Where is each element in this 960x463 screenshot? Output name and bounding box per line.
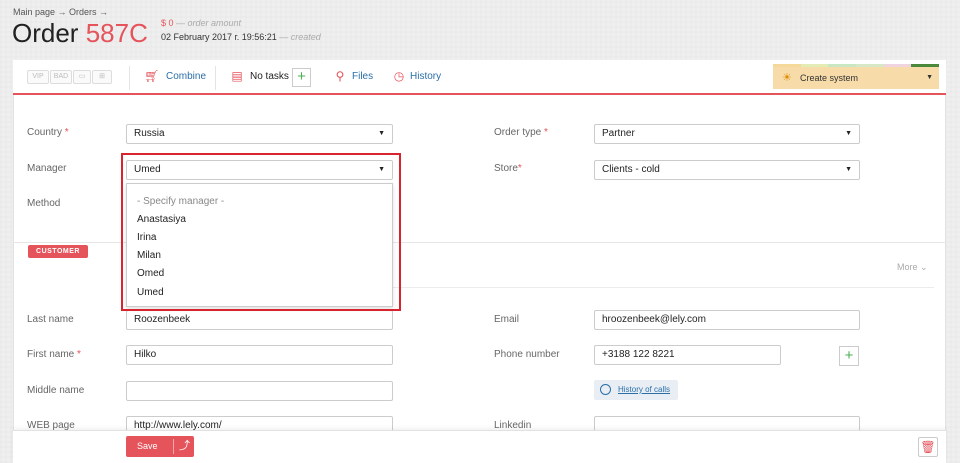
cart-icon: 🛒︎ [144,69,160,83]
email-label: Email [494,314,520,325]
created-date: 02 February 2017 г. 19:56:21 [161,32,277,42]
toolbar-divider [215,66,216,90]
toolbar-divider [129,66,130,90]
save-exit-icon[interactable]: ⤴ [179,436,190,457]
method-label: Method [27,198,61,209]
order-number: 587C [85,18,148,48]
more-toggle[interactable]: More ⌄ [897,262,928,273]
order-type-label: Order type * [494,127,548,138]
phone-label: Phone number [494,349,560,360]
files-button[interactable]: Files [352,71,373,83]
highlight-frame [121,153,401,311]
save-label: Save [137,441,158,451]
amount-value: $ 0 [161,18,174,28]
created-label: — created [279,32,321,42]
chevron-down-icon: ▼ [845,166,852,173]
create-system-label: Create system [800,73,859,83]
create-system-dropdown[interactable]: ☀ Create system ▼ [773,67,939,89]
manager-label: Manager [27,163,67,174]
phone-input[interactable]: +3188 122 8221 [594,345,781,365]
clock-icon [600,384,611,395]
store-value: Clients - cold [602,164,660,175]
tag-calendar-icon[interactable]: ▭ [73,70,91,84]
order-created: 02 February 2017 г. 19:56:21 — created [161,32,321,42]
task-icon: ▤ [231,69,243,83]
order-amount: $ 0 — order amount [161,18,241,28]
email-input[interactable]: hroozenbeek@lely.com [594,310,860,330]
clock-icon: ◷ [393,69,405,83]
order-type-select[interactable]: Partner ▼ [594,124,860,144]
tag-bad[interactable]: BAD [50,70,72,84]
trash-icon: 🗑︎ [920,440,936,454]
save-button[interactable]: Save ⤴ [126,436,194,457]
chevron-down-icon: ▼ [378,130,385,137]
lightbulb-icon: ☀ [782,72,792,84]
country-label: Country * [27,127,69,138]
store-label: Store* [494,163,522,174]
history-of-calls-button[interactable]: History of calls [594,380,678,400]
combine-button[interactable]: Combine [166,71,206,83]
last-name-input[interactable]: Roozenbeek [126,310,393,330]
chevron-down-icon: ▼ [926,74,933,81]
order-type-value: Partner [602,128,635,139]
last-name-label: Last name [27,314,74,325]
delete-button[interactable]: 🗑︎ [918,437,938,457]
page-title: Order 587C [12,17,148,49]
tag-vip[interactable]: VIP [27,70,49,84]
breadcrumb[interactable]: Main page → Orders → [13,7,108,17]
chevron-down-icon: ⌄ [920,262,928,272]
country-value: Russia [134,128,165,139]
amount-label: — order amount [176,18,242,28]
store-select[interactable]: Clients - cold ▼ [594,160,860,180]
first-name-label: First name * [27,349,81,360]
tag-gift-icon[interactable]: ⊞ [92,70,112,84]
middle-name-input[interactable] [126,381,393,401]
first-name-input[interactable]: Hilko [126,345,393,365]
history-button[interactable]: History [410,71,441,83]
add-phone-button[interactable]: + [839,346,859,366]
order-prefix: Order [12,18,79,48]
tasks-label[interactable]: No tasks [250,71,289,83]
middle-name-label: Middle name [27,385,85,396]
customer-badge: CUSTOMER [28,245,88,258]
button-divider [173,439,174,454]
paperclip-icon: ⚲ [335,69,345,83]
chevron-down-icon: ▼ [845,130,852,137]
country-select[interactable]: Russia ▼ [126,124,393,144]
add-task-button[interactable]: + [292,68,311,87]
